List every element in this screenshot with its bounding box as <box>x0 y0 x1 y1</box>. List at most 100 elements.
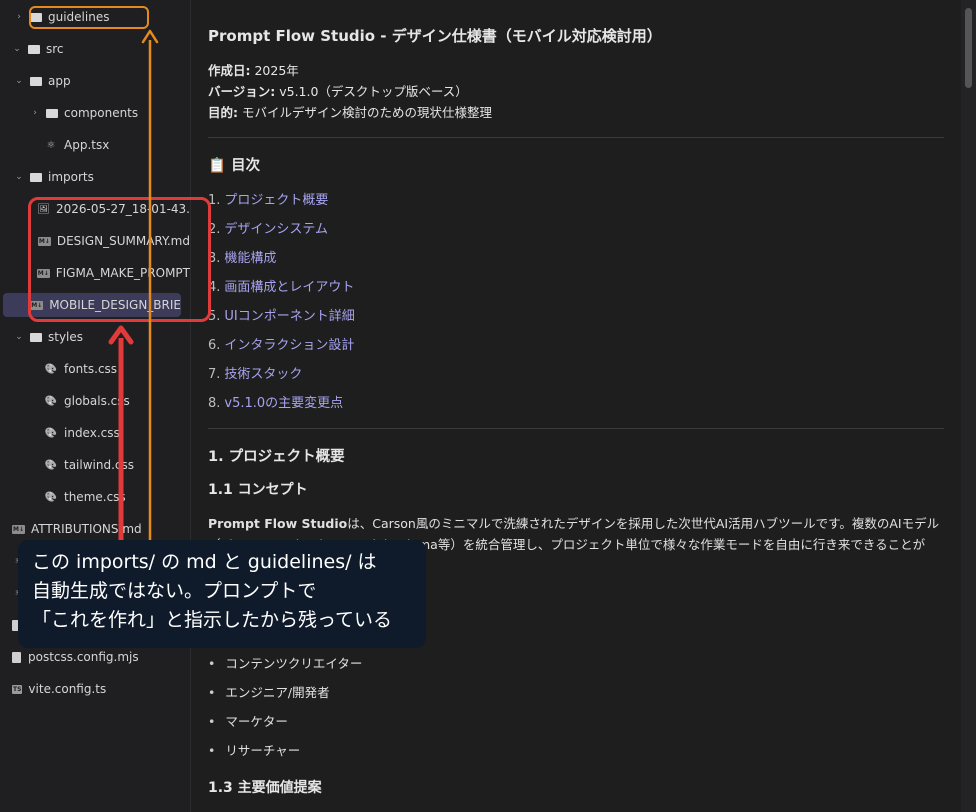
markdown-icon: M↓ <box>12 524 25 534</box>
folder-icon <box>30 332 42 342</box>
tree-item-label: app <box>48 74 71 88</box>
folder-item[interactable]: › components <box>0 101 190 125</box>
meta-created: 作成日: 2025年 <box>208 60 299 79</box>
list-item: マーケター <box>208 711 288 730</box>
toc-item: 4. 画面構成とレイアウト <box>208 276 354 295</box>
section-1-1-heading: 1.1 コンセプト <box>208 482 308 498</box>
toc-item: 3. 機能構成 <box>208 247 276 266</box>
tree-item-label: styles <box>48 330 84 344</box>
palette-icon: 🎨 <box>44 395 58 407</box>
guidelines-highlight-box <box>29 6 149 29</box>
file-icon <box>12 651 21 663</box>
tree-item-label: tailwind.css <box>64 458 135 472</box>
product-name: Prompt Flow Studio <box>208 516 348 531</box>
palette-icon: 🎨 <box>44 363 58 375</box>
folder-icon <box>30 76 42 86</box>
scrollbar-thumb[interactable] <box>965 8 972 88</box>
folder-icon <box>46 108 58 118</box>
vertical-scrollbar[interactable] <box>961 0 976 812</box>
file-item[interactable]: TS vite.config.ts <box>0 677 190 701</box>
toc-link[interactable]: v5.1.0の主要変更点 <box>224 396 343 411</box>
annotation-callout: この imports/ の md と guidelines/ は 自動生成ではな… <box>18 540 426 648</box>
toc-number: 6. <box>208 338 221 353</box>
tree-item-label: theme.css <box>64 490 126 504</box>
chevron-right-icon[interactable]: › <box>14 12 24 22</box>
markdown-preview: Prompt Flow Studio - デザイン仕様書（モバイル対応検討用） … <box>191 0 961 812</box>
toc-item: 8. v5.1.0の主要変更点 <box>208 392 343 411</box>
react-icon: ⚛ <box>46 139 56 151</box>
toc-link[interactable]: 機能構成 <box>224 251 276 266</box>
section-1-heading: 1. プロジェクト概要 <box>208 449 345 465</box>
meta-purpose-label: 目的: <box>208 105 238 120</box>
meta-version-value: v5.1.0（デスクトップ版ベース） <box>275 84 468 99</box>
list-item: コンテンツクリエイター <box>208 653 362 672</box>
toc-item: 1. プロジェクト概要 <box>208 189 328 208</box>
file-item[interactable]: 🎨 globals.css <box>0 389 190 413</box>
file-item[interactable]: 🎨 tailwind.css <box>0 453 190 477</box>
palette-icon: 🎨 <box>44 459 58 471</box>
file-item[interactable]: M↓ ATTRIBUTIONS.md <box>0 517 190 541</box>
meta-created-value: 2025年 <box>250 63 299 78</box>
divider <box>208 137 944 138</box>
toc-link[interactable]: UIコンポーネント詳細 <box>224 309 354 324</box>
doc-title: Prompt Flow Studio - デザイン仕様書（モバイル対応検討用） <box>208 27 662 45</box>
tree-item-label: src <box>46 42 64 56</box>
concept-paragraph-line-1: Prompt Flow Studioは、Carson風のミニマルで洗練されたデザ… <box>208 513 939 532</box>
chevron-down-icon[interactable]: ⌄ <box>14 332 24 342</box>
section-1-3-heading: 1.3 主要価値提案 <box>208 780 322 796</box>
meta-version-label: バージョン: <box>208 84 276 99</box>
toc-item: 6. インタラクション設計 <box>208 334 354 353</box>
folder-icon <box>28 44 40 54</box>
concept-text: は、Carson風のミニマルで洗練されたデザインを採用した次世代AI活用ハブツー… <box>347 516 940 531</box>
tree-item-label: vite.config.ts <box>28 682 107 696</box>
tree-item-label: index.css <box>64 426 120 440</box>
meta-version: バージョン: v5.1.0（デスクトップ版ベース） <box>208 81 468 100</box>
file-item[interactable]: ⚛ App.tsx <box>0 133 190 157</box>
toc-link[interactable]: プロジェクト概要 <box>224 193 328 208</box>
toc-link[interactable]: 技術スタック <box>224 367 302 382</box>
file-item[interactable]: 🎨 fonts.css <box>0 357 190 381</box>
file-explorer-sidebar: › guidelines ⌄ src ⌄ app › components ⚛ App.tsx ⌄ i… <box>0 0 191 812</box>
folder-item[interactable]: ⌄ app <box>0 69 190 93</box>
toc-number: 7. <box>208 367 221 382</box>
imports-highlight-box <box>28 197 211 322</box>
list-item: リサーチャー <box>208 740 300 759</box>
chevron-down-icon[interactable]: ⌄ <box>14 76 24 86</box>
palette-icon: 🎨 <box>44 491 58 503</box>
meta-created-label: 作成日: <box>208 63 251 78</box>
chevron-down-icon[interactable]: ⌄ <box>14 172 24 182</box>
toc-number: 8. <box>208 396 221 411</box>
toc-item: 5. UIコンポーネント詳細 <box>208 305 355 324</box>
toc-link[interactable]: インタラクション設計 <box>224 338 354 353</box>
divider <box>208 428 944 429</box>
file-item[interactable]: postcss.config.mjs <box>0 645 190 669</box>
callout-line-2: 自動生成ではない。プロンプトで <box>32 580 317 602</box>
toc-link[interactable]: 画面構成とレイアウト <box>224 280 354 295</box>
toc-heading: 📋 目次 <box>208 158 261 174</box>
tree-item-label: globals.css <box>64 394 130 408</box>
chevron-down-icon[interactable]: ⌄ <box>12 44 22 54</box>
toc-item: 7. 技術スタック <box>208 363 302 382</box>
chevron-right-icon[interactable]: › <box>30 108 40 118</box>
folder-item[interactable]: ⌄ imports <box>0 165 190 189</box>
tree-item-label: imports <box>48 170 94 184</box>
toc-link[interactable]: デザインシステム <box>224 222 328 237</box>
meta-purpose-value: モバイルデザイン検討のための現状仕様整理 <box>238 105 492 120</box>
tree-item-label: components <box>64 106 139 120</box>
list-item: エンジニア/開発者 <box>208 682 329 701</box>
callout-line-1: この imports/ の md と guidelines/ は <box>32 551 377 573</box>
folder-item[interactable]: ⌄ styles <box>0 325 190 349</box>
tree-item-label: fonts.css <box>64 362 118 376</box>
tree-item-label: App.tsx <box>64 138 110 152</box>
tree-item-label: postcss.config.mjs <box>28 650 139 664</box>
file-item[interactable]: 🎨 theme.css <box>0 485 190 509</box>
folder-item[interactable]: ⌄ src <box>0 37 190 61</box>
callout-line-3: 「これを作れ」と指示したから残っている <box>32 609 393 631</box>
meta-purpose: 目的: モバイルデザイン検討のための現状仕様整理 <box>208 102 492 121</box>
toc-item: 2. デザインシステム <box>208 218 328 237</box>
tree-item-label: ATTRIBUTIONS.md <box>31 522 142 536</box>
folder-icon <box>30 172 42 182</box>
file-item[interactable]: 🎨 index.css <box>0 421 190 445</box>
typescript-icon: TS <box>12 684 23 694</box>
app-window: › guidelines ⌄ src ⌄ app › components ⚛ App.tsx ⌄ i… <box>0 0 976 812</box>
